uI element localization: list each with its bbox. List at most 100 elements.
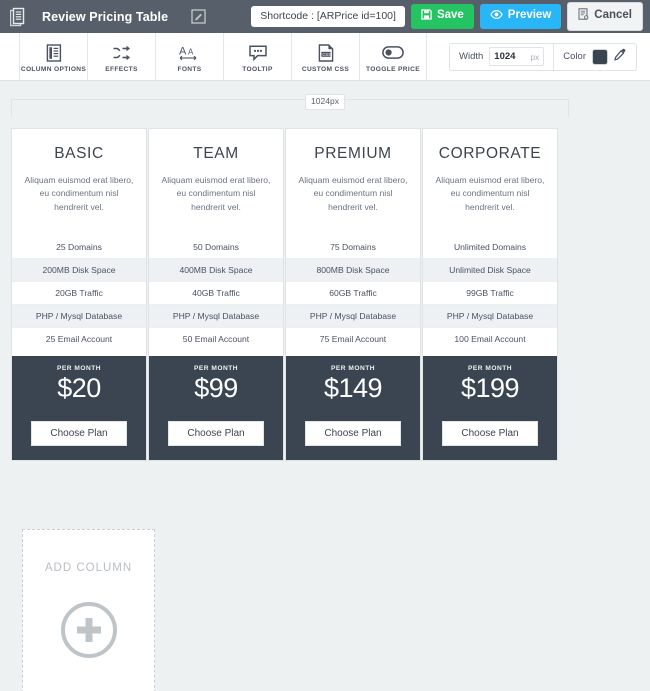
color-swatch[interactable] (592, 48, 608, 65)
speech-bubble-icon (248, 43, 267, 63)
width-unit: px (530, 51, 540, 62)
feature-row: 100 Email Account (423, 326, 557, 350)
feature-row: 75 Email Account (286, 326, 420, 350)
save-button[interactable]: Save (410, 3, 474, 30)
column-description: Aliquam euismod erat libero, eu condimen… (161, 175, 271, 212)
feature-row: 40GB Traffic (149, 280, 283, 304)
feature-row: 400MB Disk Space (149, 257, 283, 281)
price-value: $99 (194, 372, 238, 403)
feature-row: 60GB Traffic (286, 280, 420, 304)
tab-custom-css[interactable]: CSS CUSTOM CSS (291, 33, 359, 80)
tab-label: CUSTOM CSS (301, 65, 350, 73)
per-month-label: PER MONTH (56, 364, 102, 372)
feature-row: PHP / Mysql Database (12, 303, 146, 327)
shuffle-arrows-icon (112, 43, 131, 63)
svg-text:A: A (188, 48, 194, 57)
tab-toggle-price[interactable]: TOGGLE PRICE (359, 33, 427, 80)
canvas-width-badge: 1024px (305, 94, 345, 110)
cancel-button[interactable]: Cancel (567, 2, 643, 31)
pricing-column[interactable]: CORPORATE Aliquam euismod erat libero, e… (422, 128, 558, 461)
eye-icon (490, 9, 503, 24)
document-cancel-icon (578, 8, 589, 24)
toolbar-tabs: COLUMN OPTIONS EFFECTS A A FONTS TOOLTIP… (19, 33, 427, 80)
shortcode-field[interactable]: Shortcode : [ARPrice id=100] (251, 5, 405, 28)
column-footer: PER MONTH $20 Choose Plan (12, 355, 146, 460)
price-value: $199 (460, 372, 520, 403)
price-value: $20 (57, 372, 101, 403)
preview-button[interactable]: Preview (479, 3, 562, 30)
tab-column-options[interactable]: COLUMN OPTIONS (19, 33, 87, 80)
column-title: CORPORATE (438, 145, 542, 162)
floppy-disk-icon (421, 9, 432, 24)
column-description: Aliquam euismod erat libero, eu condimen… (435, 175, 545, 212)
price-value: $149 (323, 372, 383, 403)
pricing-columns: BASIC Aliquam euismod erat libero, eu co… (11, 128, 558, 461)
choose-plan-button[interactable]: Choose Plan (305, 420, 401, 446)
color-control: Color (553, 43, 636, 70)
feature-row: 25 Email Account (12, 326, 146, 350)
tab-effects[interactable]: EFFECTS (87, 33, 155, 80)
feature-row: 99GB Traffic (423, 280, 557, 304)
choose-plan-button[interactable]: Choose Plan (168, 420, 264, 446)
width-input[interactable]: 1024 px (489, 47, 545, 66)
feature-row: 50 Email Account (149, 326, 283, 350)
editor-toolbar: COLUMN OPTIONS EFFECTS A A FONTS TOOLTIP… (0, 33, 650, 81)
feature-row: PHP / Mysql Database (423, 303, 557, 327)
width-control: Width 1024 px (450, 44, 553, 70)
feature-row: 25 Domains (56, 241, 102, 252)
feature-row: 50 Domains (193, 241, 239, 252)
width-label: Width (459, 51, 484, 62)
preview-label: Preview (507, 9, 552, 22)
feature-row: Unlimited Disk Space (423, 257, 557, 281)
column-footer: PER MONTH $199 Choose Plan (423, 355, 557, 460)
top-bar: Review Pricing Table Shortcode : [ARPric… (0, 0, 650, 33)
column-list-icon (46, 43, 62, 63)
svg-text:A: A (179, 46, 187, 58)
width-color-group: Width 1024 px Color (449, 42, 637, 71)
feature-row: PHP / Mysql Database (149, 303, 283, 327)
feature-row: 75 Domains (330, 241, 376, 252)
eyedropper-icon[interactable] (614, 48, 627, 66)
pricing-column[interactable]: PREMIUM Aliquam euismod erat libero, eu … (285, 128, 421, 461)
tab-label: TOGGLE PRICE (366, 65, 420, 73)
choose-plan-button[interactable]: Choose Plan (31, 420, 127, 446)
toggle-switch-icon (382, 43, 404, 63)
column-title: TEAM (193, 145, 239, 162)
tab-fonts[interactable]: A A FONTS (155, 33, 223, 80)
svg-text:CSS: CSS (322, 51, 331, 56)
column-footer: PER MONTH $99 Choose Plan (149, 355, 283, 460)
per-month-label: PER MONTH (330, 364, 376, 372)
pricing-column[interactable]: BASIC Aliquam euismod erat libero, eu co… (11, 128, 147, 461)
column-title: BASIC (54, 145, 104, 162)
font-size-icon: A A (179, 43, 201, 63)
feature-row: Unlimited Domains (453, 241, 527, 252)
feature-row: 200MB Disk Space (12, 257, 146, 281)
feature-row: 800MB Disk Space (286, 257, 420, 281)
add-column-panel[interactable]: ADD COLUMN (22, 529, 155, 691)
css-file-icon: CSS (318, 43, 334, 63)
per-month-label: PER MONTH (467, 364, 513, 372)
feature-row: 20GB Traffic (12, 280, 146, 304)
tab-label: TOOLTIP (242, 65, 273, 73)
tab-tooltip[interactable]: TOOLTIP (223, 33, 291, 80)
add-column-label: ADD COLUMN (44, 562, 133, 574)
save-label: Save (436, 9, 464, 22)
canvas-ruler (11, 99, 569, 117)
column-title: PREMIUM (314, 145, 392, 162)
tab-label: FONTS (177, 65, 202, 73)
documents-icon (8, 6, 30, 28)
column-description: Aliquam euismod erat libero, eu condimen… (298, 175, 408, 212)
feature-row: PHP / Mysql Database (286, 303, 420, 327)
tab-label: EFFECTS (105, 65, 138, 73)
per-month-label: PER MONTH (193, 364, 239, 372)
column-description: Aliquam euismod erat libero, eu condimen… (24, 175, 134, 212)
toolbar-settings: Width 1024 px Color (449, 33, 650, 80)
top-bar-actions: Shortcode : [ARPrice id=100] Save Previe… (251, 2, 643, 31)
plus-circle-icon[interactable] (60, 602, 117, 658)
editor-canvas: 1024px BASIC Aliquam euismod erat libero… (0, 81, 650, 691)
column-footer: PER MONTH $149 Choose Plan (286, 355, 420, 460)
tab-label: COLUMN OPTIONS (20, 65, 87, 73)
pricing-column[interactable]: TEAM Aliquam euismod erat libero, eu con… (148, 128, 284, 461)
edit-pencil-icon[interactable] (190, 8, 207, 25)
choose-plan-button[interactable]: Choose Plan (442, 420, 538, 446)
